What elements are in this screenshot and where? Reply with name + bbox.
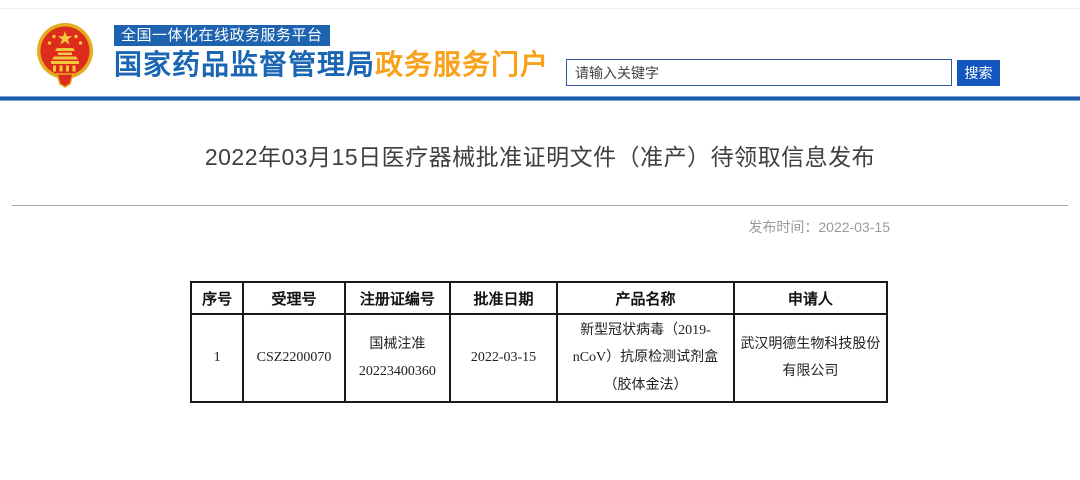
portal-name: 政务服务门户 bbox=[375, 49, 549, 80]
cell-product-name: 新型冠状病毒（2019-nCoV）抗原检测试剂盒（胶体金法） bbox=[557, 314, 734, 402]
page-title: 2022年03月15日医疗器械批准证明文件（准产）待领取信息发布 bbox=[0, 138, 1080, 172]
title-divider bbox=[12, 205, 1068, 206]
cell-seq: 1 bbox=[191, 314, 243, 402]
publish-time: 发布时间：2022-03-15 bbox=[190, 217, 890, 237]
platform-badge: 全国一体化在线政务服务平台 bbox=[114, 25, 330, 46]
cell-registration-no: 国械注准 20223400360 bbox=[345, 314, 450, 402]
header-blue-divider bbox=[0, 96, 1080, 101]
site-name: 国家药品监督管理局 bbox=[114, 49, 375, 80]
cell-applicant: 武汉明德生物科技股份有限公司 bbox=[734, 314, 887, 402]
search-button[interactable]: 搜索 bbox=[957, 60, 1000, 86]
search-area: 搜索 bbox=[566, 59, 1000, 86]
top-divider bbox=[0, 0, 1080, 9]
col-header-registration-no: 注册证编号 bbox=[345, 282, 450, 314]
cell-approval-date: 2022-03-15 bbox=[450, 314, 557, 402]
main-content: 2022年03月15日医疗器械批准证明文件（准产）待领取信息发布 发布时间：20… bbox=[0, 138, 1080, 403]
col-header-applicant: 申请人 bbox=[734, 282, 887, 314]
approval-info-table: 序号 受理号 注册证编号 批准日期 产品名称 申请人 1 CSZ2200070 … bbox=[190, 281, 888, 403]
brand-block: 全国一体化在线政务服务平台 国家药品监督管理局政务服务门户 bbox=[114, 25, 549, 81]
table-header-row: 序号 受理号 注册证编号 批准日期 产品名称 申请人 bbox=[191, 282, 887, 314]
cell-acceptance-no: CSZ2200070 bbox=[243, 314, 345, 402]
col-header-seq: 序号 bbox=[191, 282, 243, 314]
col-header-product-name: 产品名称 bbox=[557, 282, 734, 314]
site-header: 全国一体化在线政务服务平台 国家药品监督管理局政务服务门户 搜索 bbox=[0, 9, 1080, 96]
col-header-approval-date: 批准日期 bbox=[450, 282, 557, 314]
china-national-emblem-icon bbox=[33, 20, 97, 88]
site-title: 国家药品监督管理局政务服务门户 bbox=[114, 49, 549, 81]
table-row: 1 CSZ2200070 国械注准 20223400360 2022-03-15… bbox=[191, 314, 887, 402]
col-header-acceptance-no: 受理号 bbox=[243, 282, 345, 314]
search-input[interactable] bbox=[566, 59, 952, 86]
